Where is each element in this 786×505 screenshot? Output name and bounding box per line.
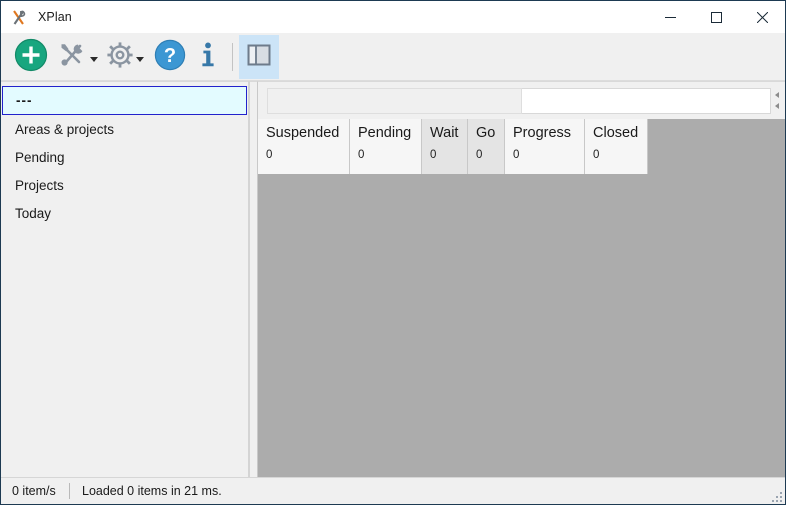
column-header-wait[interactable]: Wait 0 <box>422 119 468 174</box>
sidebar-item-label: Pending <box>15 149 65 165</box>
filter-spinner[interactable] <box>771 87 783 114</box>
sidebar-item-all[interactable]: --- <box>2 86 247 115</box>
column-header-pending[interactable]: Pending 0 <box>350 119 422 174</box>
filter-bar <box>258 82 785 119</box>
spinner-down-icon[interactable] <box>775 103 779 109</box>
sidebar-item-label: Projects <box>15 177 64 193</box>
svg-text:?: ? <box>164 45 176 67</box>
grid-column-headers: Suspended 0 Pending 0 Wait 0 Go 0 Progre… <box>258 119 785 174</box>
status-bar: 0 item/s Loaded 0 items in 21 ms. <box>1 477 785 504</box>
question-circle-icon: ? <box>154 39 186 74</box>
sidebar-item-today[interactable]: Today <box>2 199 247 227</box>
column-count: 0 <box>358 149 365 161</box>
settings-button[interactable] <box>102 35 148 79</box>
status-item-rate: 0 item/s <box>12 484 56 498</box>
filter-left-field[interactable] <box>267 87 522 114</box>
info-button[interactable] <box>192 35 224 79</box>
sidebar-item-label: --- <box>16 93 33 108</box>
column-count: 0 <box>266 149 273 161</box>
column-title: Pending <box>358 125 412 141</box>
column-title: Closed <box>593 125 639 141</box>
title-bar: XPlan <box>1 1 785 33</box>
close-button[interactable] <box>739 1 785 33</box>
column-title: Suspended <box>266 125 340 141</box>
column-title: Go <box>476 125 496 141</box>
column-count: 0 <box>593 149 600 161</box>
right-pane: Suspended 0 Pending 0 Wait 0 Go 0 Progre… <box>258 81 785 477</box>
sidebar-item-label: Areas & projects <box>15 121 115 137</box>
column-header-progress[interactable]: Progress 0 <box>505 119 585 174</box>
column-header-closed[interactable]: Closed 0 <box>585 119 648 174</box>
xplan-logo-icon <box>12 9 29 26</box>
sidebar-item-pending[interactable]: Pending <box>2 143 247 171</box>
minimize-button[interactable] <box>647 1 693 33</box>
window-title: XPlan <box>38 10 72 24</box>
plus-circle-icon <box>14 38 48 75</box>
toggle-panel-button[interactable] <box>239 34 279 79</box>
body-split: --- Areas & projects Pending Projects To… <box>1 81 785 477</box>
window-controls <box>647 1 785 33</box>
column-title: Wait <box>430 125 459 141</box>
maximize-button[interactable] <box>693 1 739 33</box>
column-count: 0 <box>513 149 520 161</box>
app-window: XPlan ? --- Areas & projects Pending Pro… <box>0 0 786 505</box>
column-count: 0 <box>430 149 437 161</box>
toolbar-separator <box>232 42 233 71</box>
split-panel-icon <box>245 41 273 72</box>
info-icon <box>198 41 218 72</box>
grid-empty-area[interactable] <box>258 174 785 477</box>
spinner-up-icon[interactable] <box>775 92 779 98</box>
status-load-message: Loaded 0 items in 21 ms. <box>82 484 222 498</box>
tools-button[interactable] <box>54 35 102 79</box>
resize-grip-icon[interactable] <box>768 488 782 502</box>
add-button[interactable] <box>8 35 54 79</box>
column-header-suspended[interactable]: Suspended 0 <box>258 119 350 174</box>
chevron-down-icon <box>90 57 98 62</box>
chevron-down-icon <box>136 57 144 62</box>
sidebar-item-projects[interactable]: Projects <box>2 171 247 199</box>
gear-icon <box>106 41 134 72</box>
title-bar-left: XPlan <box>1 9 72 26</box>
sidebar-scrollbar[interactable] <box>249 81 258 477</box>
column-count: 0 <box>476 149 483 161</box>
column-header-go[interactable]: Go 0 <box>468 119 505 174</box>
sidebar-list[interactable]: --- Areas & projects Pending Projects To… <box>1 81 249 477</box>
tools-icon <box>58 41 88 72</box>
column-title: Progress <box>513 125 572 141</box>
sidebar-item-label: Today <box>15 205 52 221</box>
filter-right-field[interactable] <box>522 87 771 114</box>
sidebar-item-areas-projects[interactable]: Areas & projects <box>2 115 247 143</box>
help-button[interactable]: ? <box>148 35 192 79</box>
main-toolbar: ? <box>1 33 785 81</box>
